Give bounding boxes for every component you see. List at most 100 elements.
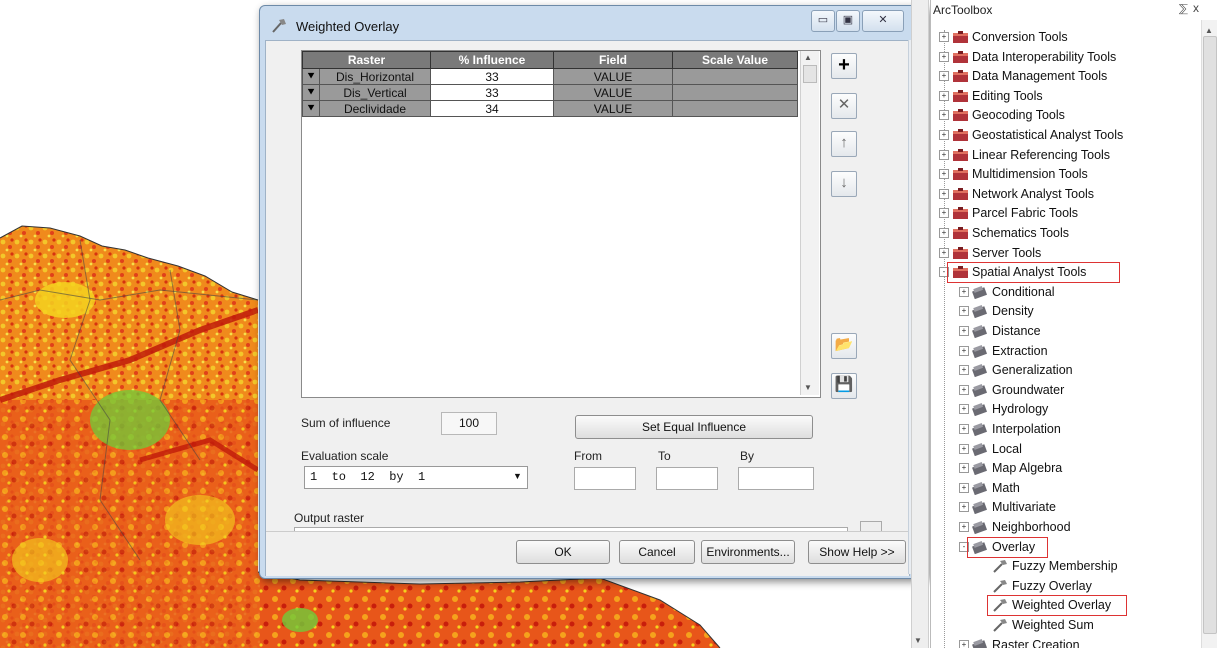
close-button[interactable]: ✕ <box>862 10 904 32</box>
tree-item-groundwater[interactable]: Groundwater <box>992 381 1064 399</box>
expand-icon[interactable]: + <box>959 306 969 317</box>
expand-icon[interactable]: + <box>959 482 969 493</box>
move-down-button[interactable]: ↓ <box>831 171 857 197</box>
table-row[interactable]: ⯆ Dis_Vertical 33 VALUE <box>302 84 798 101</box>
expand-icon[interactable]: + <box>959 345 969 356</box>
cancel-button[interactable]: Cancel <box>619 540 695 564</box>
expand-icon[interactable]: + <box>959 286 969 297</box>
overlay-table[interactable]: Raster % Influence Field Scale Value ⯆ D… <box>301 50 821 398</box>
expand-row-icon[interactable]: ⯆ <box>302 84 320 101</box>
expand-icon[interactable]: + <box>959 443 969 454</box>
field-value[interactable]: VALUE <box>553 100 673 117</box>
tree-item-geostatistical-analyst-tools[interactable]: Geostatistical Analyst Tools <box>972 126 1123 144</box>
field-value[interactable]: VALUE <box>553 68 673 85</box>
column-header-scale-value[interactable]: Scale Value <box>672 51 798 69</box>
influence-value[interactable]: 33 <box>430 68 554 85</box>
move-up-button[interactable]: ↑ <box>831 131 857 157</box>
tree-item-distance[interactable]: Distance <box>992 322 1041 340</box>
tree-item-editing-tools[interactable]: Editing Tools <box>972 87 1043 105</box>
scale-value[interactable] <box>672 100 798 117</box>
tree-item-parcel-fabric-tools[interactable]: Parcel Fabric Tools <box>972 204 1078 222</box>
expand-icon[interactable]: + <box>939 90 949 101</box>
set-equal-influence-button[interactable]: Set Equal Influence <box>575 415 813 439</box>
maximize-button[interactable]: ▣ <box>836 10 860 32</box>
column-header-raster[interactable]: Raster <box>302 51 431 69</box>
tree-item-conditional[interactable]: Conditional <box>992 283 1055 301</box>
scroll-up-icon[interactable]: ▲ <box>804 53 812 62</box>
tree-item-server-tools[interactable]: Server Tools <box>972 244 1041 262</box>
column-header-influence[interactable]: % Influence <box>430 51 554 69</box>
tree-item-linear-referencing-tools[interactable]: Linear Referencing Tools <box>972 146 1110 164</box>
tree-item-multidimension-tools[interactable]: Multidimension Tools <box>972 165 1088 183</box>
expand-icon[interactable]: + <box>959 463 969 474</box>
pin-icon[interactable]: ⅀ <box>1179 2 1188 15</box>
tree-item-hydrology[interactable]: Hydrology <box>992 400 1048 418</box>
table-scrollbar[interactable]: ▲ ▼ <box>800 51 819 395</box>
minimize-button[interactable]: ▭ <box>811 10 835 32</box>
expand-icon[interactable]: + <box>959 424 969 434</box>
expand-icon[interactable]: + <box>939 208 949 219</box>
table-row[interactable]: ⯆ Declividade 34 VALUE <box>302 100 798 117</box>
tree-item-data-interoperability-tools[interactable]: Data Interoperability Tools <box>972 48 1116 66</box>
influence-value[interactable]: 34 <box>430 100 554 117</box>
ok-button[interactable]: OK <box>516 540 610 564</box>
map-scrollbar[interactable]: ▼ <box>911 0 929 648</box>
remove-raster-button[interactable]: ✕ <box>831 93 857 119</box>
evaluation-scale-select[interactable]: 1 to 12 by 1 ▼ <box>304 466 528 489</box>
tree-item-weighted-sum[interactable]: Weighted Sum <box>1012 616 1094 634</box>
show-help-button[interactable]: Show Help >> <box>808 540 906 564</box>
expand-icon[interactable]: + <box>939 32 949 42</box>
tree-item-multivariate[interactable]: Multivariate <box>992 498 1056 516</box>
tree-item-fuzzy-overlay[interactable]: Fuzzy Overlay <box>1012 577 1092 595</box>
tree-item-network-analyst-tools[interactable]: Network Analyst Tools <box>972 185 1094 203</box>
expand-icon[interactable]: + <box>939 130 949 140</box>
expand-row-icon[interactable]: ⯆ <box>302 100 320 117</box>
tree-item-conversion-tools[interactable]: Conversion Tools <box>972 28 1068 46</box>
by-input[interactable] <box>738 467 814 490</box>
tree-item-local[interactable]: Local <box>992 440 1022 458</box>
expand-icon[interactable]: + <box>939 51 949 62</box>
scale-value[interactable] <box>672 68 798 85</box>
tree-item-geocoding-tools[interactable]: Geocoding Tools <box>972 106 1065 124</box>
expand-icon[interactable]: + <box>939 71 949 82</box>
scroll-thumb[interactable] <box>803 65 817 83</box>
open-button[interactable]: 📂 <box>831 333 857 359</box>
expand-icon[interactable]: + <box>959 326 969 336</box>
tree-item-interpolation[interactable]: Interpolation <box>992 420 1061 438</box>
scale-value[interactable] <box>672 84 798 101</box>
expand-icon[interactable]: + <box>939 228 949 238</box>
scroll-down-icon[interactable]: ▼ <box>804 383 812 392</box>
expand-icon[interactable]: + <box>959 404 969 415</box>
scroll-up-icon[interactable]: ▲ <box>1205 26 1213 35</box>
tree-item-raster-creation[interactable]: Raster Creation <box>992 636 1080 648</box>
expand-icon[interactable]: + <box>939 247 949 258</box>
expand-icon[interactable]: + <box>959 365 969 376</box>
to-input[interactable] <box>656 467 718 490</box>
expand-icon[interactable]: + <box>939 188 949 199</box>
expand-icon[interactable]: + <box>959 522 969 532</box>
toolbox-scroll-thumb[interactable] <box>1203 36 1217 634</box>
tree-item-generalization[interactable]: Generalization <box>992 361 1073 379</box>
close-icon[interactable]: x <box>1193 1 1199 15</box>
tree-item-neighborhood[interactable]: Neighborhood <box>992 518 1071 536</box>
tree-item-extraction[interactable]: Extraction <box>992 342 1048 360</box>
add-raster-button[interactable]: + <box>831 53 857 79</box>
expand-icon[interactable]: + <box>939 169 949 180</box>
tree-item-density[interactable]: Density <box>992 302 1034 320</box>
tree-item-data-management-tools[interactable]: Data Management Tools <box>972 67 1107 85</box>
tree-item-map-algebra[interactable]: Map Algebra <box>992 459 1062 477</box>
environments-button[interactable]: Environments... <box>701 540 795 564</box>
from-input[interactable] <box>574 467 636 490</box>
tree-item-math[interactable]: Math <box>992 479 1020 497</box>
influence-value[interactable]: 33 <box>430 84 554 101</box>
expand-icon[interactable]: + <box>939 110 949 121</box>
column-header-field[interactable]: Field <box>553 51 673 69</box>
tree-item-fuzzy-membership[interactable]: Fuzzy Membership <box>1012 557 1118 575</box>
tree-item-schematics-tools[interactable]: Schematics Tools <box>972 224 1069 242</box>
expand-icon[interactable]: + <box>939 149 949 160</box>
field-value[interactable]: VALUE <box>553 84 673 101</box>
table-row[interactable]: ⯆ Dis_Horizontal 33 VALUE <box>302 68 798 85</box>
expand-row-icon[interactable]: ⯆ <box>302 68 320 85</box>
expand-icon[interactable]: + <box>959 384 969 395</box>
expand-icon[interactable]: + <box>959 639 969 648</box>
